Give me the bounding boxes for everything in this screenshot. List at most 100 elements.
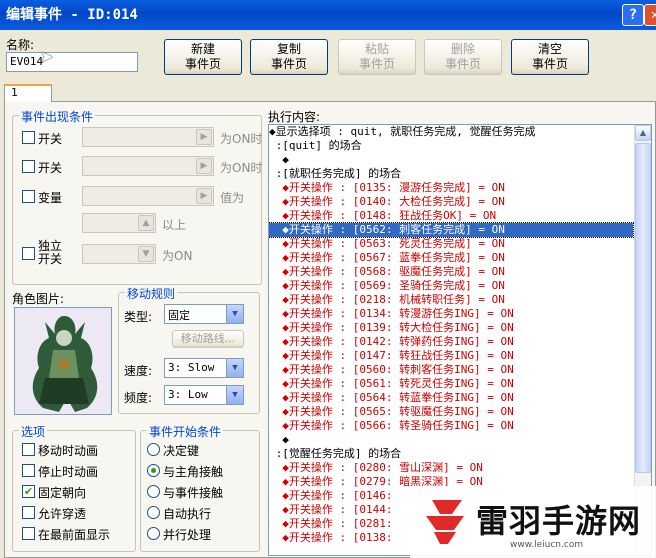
chevron-down-icon: ▼ xyxy=(226,305,243,323)
variable-checkbox[interactable] xyxy=(22,190,35,203)
switch2-suffix: 为ON时 xyxy=(220,161,263,175)
option-label-4: 在最前面显示 xyxy=(38,528,111,542)
variable-label: 变量 xyxy=(38,191,63,205)
name-input[interactable]: EV014 xyxy=(6,52,138,72)
new-page-button[interactable]: 新建 事件页 xyxy=(164,39,242,75)
copy-page-label: 复制 事件页 xyxy=(270,42,307,71)
option-checkbox-0[interactable] xyxy=(22,443,35,456)
self-switch-drop-icon: ▼ xyxy=(138,246,154,262)
command-row[interactable]: ◆开关操作 : [0566: 转圣骑任务ING] = ON xyxy=(269,419,633,433)
watermark-url: www.leiucn.com xyxy=(510,540,584,550)
command-row[interactable]: ◆开关操作 : [0567: 蓝拳任务完成] = ON xyxy=(269,251,633,265)
paste-page-label: 粘贴 事件页 xyxy=(358,42,395,71)
options-title: 选项 xyxy=(19,423,48,440)
trigger-radio-4[interactable] xyxy=(147,527,160,540)
self-switch-label: 独立 开关 xyxy=(38,239,63,266)
paste-page-button[interactable]: 粘贴 事件页 xyxy=(338,39,416,75)
command-row[interactable]: ◆开关操作 : [0142: 转弹药任务ING] = ON xyxy=(269,335,633,349)
option-checkbox-2[interactable]: ✔ xyxy=(22,485,35,498)
character-sprite[interactable] xyxy=(14,307,112,415)
switch1-label: 开关 xyxy=(38,132,63,146)
trigger-label-1: 与主角接触 xyxy=(163,465,224,479)
scroll-up-icon[interactable]: ▲ xyxy=(635,125,651,141)
clear-page-button[interactable]: 清空 事件页 xyxy=(511,39,589,75)
command-row[interactable]: ◆开关操作 : [0148: 狂战任务OK] = ON xyxy=(269,209,633,223)
chevron-down-icon: ▼ xyxy=(226,386,243,404)
clear-page-label: 清空 事件页 xyxy=(531,42,568,71)
command-row[interactable]: ◆开关操作 : [0147: 转狂战任务ING] = ON xyxy=(269,349,633,363)
command-row[interactable]: :[觉醒任务完成] 的场合 xyxy=(269,447,633,461)
option-label-1: 停止时动画 xyxy=(38,465,99,479)
command-row[interactable]: ◆开关操作 : [0561: 转死灵任务ING] = ON xyxy=(269,377,633,391)
command-row[interactable]: ◆开关操作 : [0280: 雪山深渊] = ON xyxy=(269,461,633,475)
move-route-button[interactable]: 移动路线... xyxy=(172,330,244,348)
trigger-radio-3[interactable] xyxy=(147,506,160,519)
copy-page-button[interactable]: 复制 事件页 xyxy=(250,39,328,75)
conditions-title: 事件出现条件 xyxy=(19,108,96,125)
command-row[interactable]: ◆ xyxy=(269,433,633,447)
trigger-label-3: 自动执行 xyxy=(163,507,212,521)
command-rows: ◆显示选择项 : quit, 就职任务完成, 觉醒任务完成 :[quit] 的场… xyxy=(269,125,634,545)
speed-select[interactable]: 3: Slow ▼ xyxy=(164,358,244,378)
command-row[interactable]: ◆开关操作 : [0564: 转蓝拳任务ING] = ON xyxy=(269,391,633,405)
commands-label: 执行内容: xyxy=(268,110,321,124)
frequency-select[interactable]: 3: Low ▼ xyxy=(164,385,244,405)
frequency-label: 频度: xyxy=(124,391,153,405)
movement-title: 移动规则 xyxy=(125,285,178,302)
watermark-text: 雷羽手游网 xyxy=(476,502,642,540)
move-type-select[interactable]: 固定 ▼ xyxy=(164,304,244,324)
character-sprite-icon xyxy=(32,316,98,412)
command-row[interactable]: ◆开关操作 : [0562: 刺客任务完成] = ON xyxy=(269,222,634,238)
command-row[interactable]: ◆开关操作 : [0569: 圣骑任务完成] = ON xyxy=(269,279,633,293)
switch2-arrow-icon: ▶ xyxy=(196,158,212,174)
help-icon[interactable]: ? xyxy=(622,4,644,26)
self-switch-checkbox[interactable] xyxy=(22,247,35,260)
above-label: 以上 xyxy=(162,218,187,232)
trigger-label-2: 与事件接触 xyxy=(163,486,224,500)
option-label-2: 固定朝向 xyxy=(38,486,87,500)
option-checkbox-3[interactable] xyxy=(22,506,35,519)
command-row[interactable]: :[quit] 的场合 xyxy=(269,139,633,153)
switch2-checkbox[interactable] xyxy=(22,160,35,173)
event-editor-window: 编辑事件 - ID:014 ? ✕ 名称: EV014 ➤ 新建 事件页 复制 … xyxy=(0,0,656,558)
command-row[interactable]: ◆开关操作 : [0563: 死灵任务完成] = ON xyxy=(269,237,633,251)
option-checkbox-1[interactable] xyxy=(22,464,35,477)
switch1-checkbox[interactable] xyxy=(22,131,35,144)
option-label-0: 移动时动画 xyxy=(38,444,99,458)
watermark-logo-icon xyxy=(426,500,464,544)
delete-page-button[interactable]: 删除 事件页 xyxy=(424,39,502,75)
close-icon[interactable]: ✕ xyxy=(644,4,656,26)
title-bar: 编辑事件 - ID:014 ? ✕ xyxy=(0,0,656,30)
trigger-radio-0[interactable] xyxy=(147,443,160,456)
new-page-label: 新建 事件页 xyxy=(184,42,221,71)
frequency-value: 3: Low xyxy=(168,388,208,401)
switch1-suffix: 为ON时 xyxy=(220,132,263,146)
switch2-label: 开关 xyxy=(38,161,63,175)
trigger-label-4: 并行处理 xyxy=(163,528,212,542)
variable-value-spin-icon: ▲ xyxy=(138,215,154,231)
move-type-label: 类型: xyxy=(124,310,153,324)
option-checkbox-4[interactable] xyxy=(22,527,35,540)
command-row[interactable]: ◆开关操作 : [0140: 大检任务完成] = ON xyxy=(269,195,633,209)
scroll-thumb[interactable] xyxy=(635,143,651,473)
command-row[interactable]: ◆开关操作 : [0134: 转漫游任务ING] = ON xyxy=(269,307,633,321)
command-row[interactable]: ◆开关操作 : [0135: 漫游任务完成] = ON xyxy=(269,181,633,195)
trigger-radio-2[interactable] xyxy=(147,485,160,498)
command-row[interactable]: ◆开关操作 : [0560: 转刺客任务ING] = ON xyxy=(269,363,633,377)
command-row[interactable]: ◆显示选择项 : quit, 就职任务完成, 觉醒任务完成 xyxy=(269,125,633,139)
option-label-3: 允许穿透 xyxy=(38,507,87,521)
trigger-radio-1[interactable] xyxy=(147,464,160,477)
variable-arrow-icon: ▶ xyxy=(196,188,212,204)
switch1-selector: ▶ xyxy=(82,127,214,147)
command-row[interactable]: ◆开关操作 : [0568: 驱魔任务完成] = ON xyxy=(269,265,633,279)
command-row[interactable]: ◆开关操作 : [0139: 转大检任务ING] = ON xyxy=(269,321,633,335)
command-row[interactable]: ◆开关操作 : [0218: 机械转职任务] = ON xyxy=(269,293,633,307)
tab-page-1[interactable]: 1 xyxy=(4,84,52,102)
command-row[interactable]: ◆ xyxy=(269,153,633,167)
command-row[interactable]: :[就职任务完成] 的场合 xyxy=(269,167,633,181)
switch2-selector: ▶ xyxy=(82,156,214,176)
self-switch-selector: ▼ xyxy=(82,244,156,264)
variable-selector: ▶ xyxy=(82,186,214,206)
command-row[interactable]: ◆开关操作 : [0565: 转驱魔任务ING] = ON xyxy=(269,405,633,419)
delete-page-label: 删除 事件页 xyxy=(444,42,481,71)
